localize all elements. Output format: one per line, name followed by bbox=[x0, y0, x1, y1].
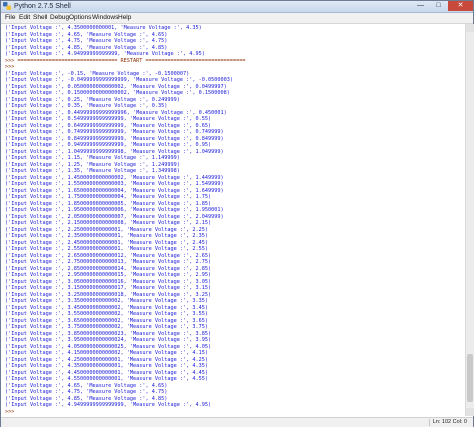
close-button[interactable]: ✕ bbox=[448, 1, 473, 11]
shell-output-line: ('Input Voltage :', 4.150000000000002, '… bbox=[5, 350, 209, 356]
status-bar: Ln: 102 Col: 0 bbox=[1, 417, 473, 427]
python-icon bbox=[3, 2, 11, 10]
menu-bar: File Edit Shell Debug Options Windows He… bbox=[1, 13, 473, 24]
title-bar[interactable]: Python 2.7.5 Shell — □ ✕ bbox=[1, 1, 473, 13]
shell-output-line: ('Input Voltage :', -0.15, 'Measure Volt… bbox=[5, 70, 190, 77]
shell-output-line: ('Input Voltage :', 2.6500000000000012, … bbox=[5, 252, 212, 259]
shell-output-line: ('Input Voltage :', 3.450000000000002, '… bbox=[5, 304, 209, 311]
shell-output-line: ('Input Voltage :', 1.8500000000000005, … bbox=[5, 200, 212, 207]
shell-output-line: ('Input Voltage :', 2.8500000000000014, … bbox=[5, 265, 212, 272]
shell-output-line: ('Input Voltage :', 3.2500000000000018, … bbox=[5, 291, 212, 298]
shell-output-line: ('Input Voltage :', 3.8500000000000023, … bbox=[5, 330, 212, 337]
shell-output-line: ('Input Voltage :', 2.350000000000001, '… bbox=[5, 233, 209, 239]
shell-output-line: ('Input Voltage :', 0.0500000000000002, … bbox=[5, 83, 227, 90]
shell-output-line: ('Input Voltage :', 4.85, 'Measure Volta… bbox=[5, 44, 168, 51]
menu-debug[interactable]: Debug bbox=[50, 13, 69, 23]
scroll-up-arrow-icon[interactable] bbox=[466, 24, 474, 32]
shell-output-line: ('Input Voltage :', 0.15000000000000002,… bbox=[5, 90, 230, 96]
shell-prompt: >>> bbox=[5, 64, 18, 70]
shell-output-line: ('Input Voltage :', 1.7500000000000004, … bbox=[5, 194, 212, 200]
shell-output-line: ('Input Voltage :', 4.94999999999999, 'M… bbox=[5, 51, 205, 57]
shell-output-line: ('Input Voltage :', 0.6499999999999999, … bbox=[5, 122, 212, 129]
shell-output-line: ('Input Voltage :', 2.9500000000000015, … bbox=[5, 272, 212, 278]
shell-output-line: ('Input Voltage :', 4.75, 'Measure Volta… bbox=[5, 389, 168, 395]
shell-output-line: ('Input Voltage :', 1.6500000000000004, … bbox=[5, 187, 224, 194]
shell-output-line: ('Input Voltage :', 1.25, 'Measure Volta… bbox=[5, 161, 180, 168]
shell-output-line: ('Input Voltage :', 4.0500000000000025, … bbox=[5, 343, 212, 350]
shell-output-line: ('Input Voltage :', 1.9500000000000006, … bbox=[5, 207, 224, 213]
maximize-button[interactable]: □ bbox=[430, 1, 447, 11]
shell-output-line: ('Input Voltage :', 0.44999999999999996,… bbox=[5, 109, 227, 116]
shell-prompt: >>> bbox=[5, 408, 18, 415]
shell-output-line: ('Input Voltage :', 4.450000000000001, '… bbox=[5, 369, 209, 376]
vertical-scrollbar[interactable] bbox=[465, 24, 474, 416]
window-title: Python 2.7.5 Shell bbox=[14, 3, 71, 10]
shell-output-line: ('Input Voltage :', 2.0500000000000007, … bbox=[5, 213, 224, 220]
shell-output-area[interactable]: ('Input Voltage :', 4.3500000000001, 'Me… bbox=[2, 24, 464, 416]
shell-output-line: ('Input Voltage :', 0.7499999999999999, … bbox=[5, 129, 224, 135]
shell-output-line: ('Input Voltage :', 0.35, 'Measure Volta… bbox=[5, 103, 168, 109]
shell-output-line: ('Input Voltage :', 2.550000000000001, '… bbox=[5, 246, 209, 252]
minimize-button[interactable]: — bbox=[412, 1, 429, 11]
shell-output-line: ('Input Voltage :', 1.4500000000000002, … bbox=[5, 174, 224, 181]
idle-shell-window: Python 2.7.5 Shell — □ ✕ File Edit Shell… bbox=[0, 0, 474, 427]
shell-output-line: ('Input Voltage :', 0.25, 'Measure Volta… bbox=[5, 96, 180, 103]
menu-windows[interactable]: Windows bbox=[92, 13, 118, 23]
menu-shell[interactable]: Shell bbox=[33, 13, 47, 23]
menu-options[interactable]: Options bbox=[69, 13, 91, 23]
shell-output-line: ('Input Voltage :', 2.1500000000000008, … bbox=[5, 220, 212, 226]
shell-output-line: ('Input Voltage :', 3.1500000000000017, … bbox=[5, 285, 212, 291]
menu-help[interactable]: Help bbox=[118, 13, 131, 23]
scrollbar-thumb[interactable] bbox=[467, 354, 473, 402]
shell-output-line: ('Input Voltage :', 1.35, 'Measure Volta… bbox=[5, 168, 180, 174]
restart-banner: >>> ================================ RES… bbox=[5, 57, 246, 64]
shell-output-line: ('Input Voltage :', 3.550000000000002, '… bbox=[5, 311, 209, 317]
shell-output-line: ('Input Voltage :', 3.750000000000002, '… bbox=[5, 324, 209, 330]
shell-output-line: ('Input Voltage :', 3.350000000000002, '… bbox=[5, 298, 209, 304]
cursor-position: Ln: 102 Col: 0 bbox=[428, 419, 467, 426]
shell-output-line: ('Input Voltage :', -0.0499999999999999,… bbox=[5, 77, 233, 83]
menu-file[interactable]: File bbox=[5, 13, 15, 23]
shell-output-line: ('Input Voltage :', 0.8499999999999999, … bbox=[5, 135, 224, 142]
shell-output-line: ('Input Voltage :', 3.9500000000000024, … bbox=[5, 337, 212, 343]
shell-output-line: ('Input Voltage :', 2.250000000000001, '… bbox=[5, 226, 209, 233]
shell-output-line: ('Input Voltage :', 4.3500000000001, 'Me… bbox=[5, 25, 202, 31]
shell-output-line: ('Input Voltage :', 2.7500000000000013, … bbox=[5, 259, 212, 265]
shell-output-line: ('Input Voltage :', 1.15, 'Measure Volta… bbox=[5, 155, 180, 161]
shell-output-line: ('Input Voltage :', 3.650000000000002, '… bbox=[5, 317, 209, 324]
menu-edit[interactable]: Edit bbox=[19, 13, 30, 23]
shell-output-line: ('Input Voltage :', 2.450000000000001, '… bbox=[5, 239, 209, 246]
shell-output-line: ('Input Voltage :', 0.9499999999999999, … bbox=[5, 142, 212, 148]
scroll-down-arrow-icon[interactable] bbox=[466, 408, 474, 416]
shell-output-line: ('Input Voltage :', 0.5499999999999999, … bbox=[5, 116, 212, 122]
shell-output-line: ('Input Voltage :', 1.0499999999999998, … bbox=[5, 148, 224, 155]
shell-output-line: ('Input Voltage :', 3.0500000000000016, … bbox=[5, 278, 212, 285]
shell-output-line: ('Input Voltage :', 1.5500000000000003, … bbox=[5, 181, 224, 187]
shell-output-line: ('Input Voltage :', 4.85, 'Measure Volta… bbox=[5, 395, 168, 402]
shell-output-line: ('Input Voltage :', 4.350000000000001, '… bbox=[5, 363, 209, 369]
shell-output-line: ('Input Voltage :', 4.75, 'Measure Volta… bbox=[5, 38, 168, 44]
shell-output-line: ('Input Voltage :', 4.65, 'Measure Volta… bbox=[5, 31, 168, 38]
shell-output-line: ('Input Voltage :', 4.550000000000001, '… bbox=[5, 376, 209, 382]
shell-output-line: ('Input Voltage :', 4.9499999999999999, … bbox=[5, 402, 212, 408]
shell-output-line: ('Input Voltage :', 4.250000000000001, '… bbox=[5, 356, 209, 363]
shell-output-line: ('Input Voltage :', 4.65, 'Measure Volta… bbox=[5, 382, 168, 389]
